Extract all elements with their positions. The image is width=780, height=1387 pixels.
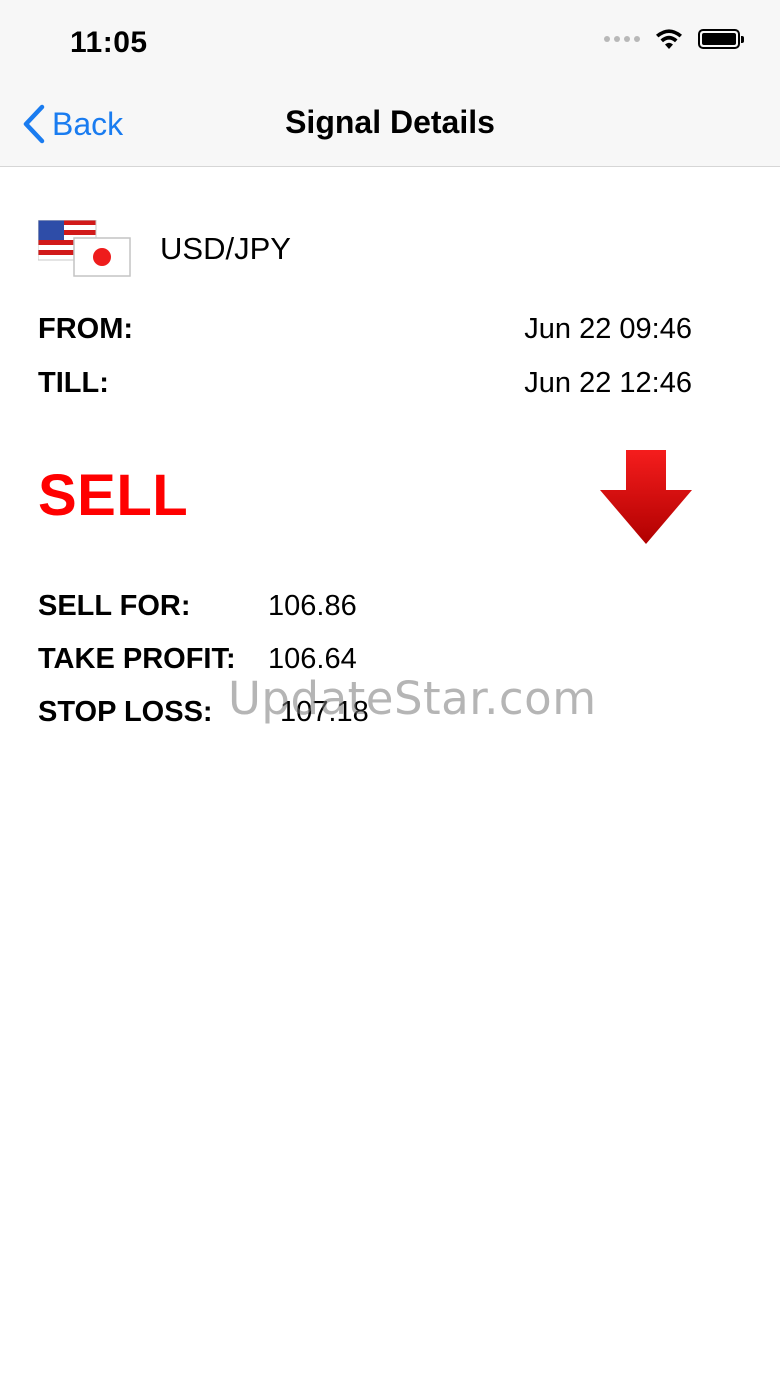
- status-time: 11:05: [70, 26, 148, 59]
- detail-label-take-profit: TAKE PROFIT:: [38, 643, 236, 675]
- wifi-icon: [656, 29, 682, 49]
- from-label: FROM:: [38, 313, 134, 345]
- status-icons: [604, 28, 744, 50]
- watermark: UpdateStar.com: [228, 672, 597, 725]
- cellular-signal-icon: [604, 36, 640, 42]
- till-label: TILL:: [38, 367, 109, 399]
- usd-jpy-flags-icon: [38, 220, 131, 277]
- top-bar: 11:05 Back Signal Details: [0, 0, 780, 167]
- signal-action: SELL: [38, 463, 189, 528]
- battery-icon: [698, 29, 744, 49]
- page-title: Signal Details: [285, 104, 495, 140]
- detail-value-sell-for: 106.86: [268, 590, 357, 622]
- from-value: Jun 22 09:46: [524, 313, 692, 345]
- arrow-down-icon: [600, 450, 692, 544]
- currency-pair: USD/JPY: [160, 231, 291, 266]
- detail-label-stop-loss: STOP LOSS:: [38, 696, 213, 728]
- detail-label-sell-for: SELL FOR:: [38, 590, 191, 622]
- till-value: Jun 22 12:46: [524, 367, 692, 399]
